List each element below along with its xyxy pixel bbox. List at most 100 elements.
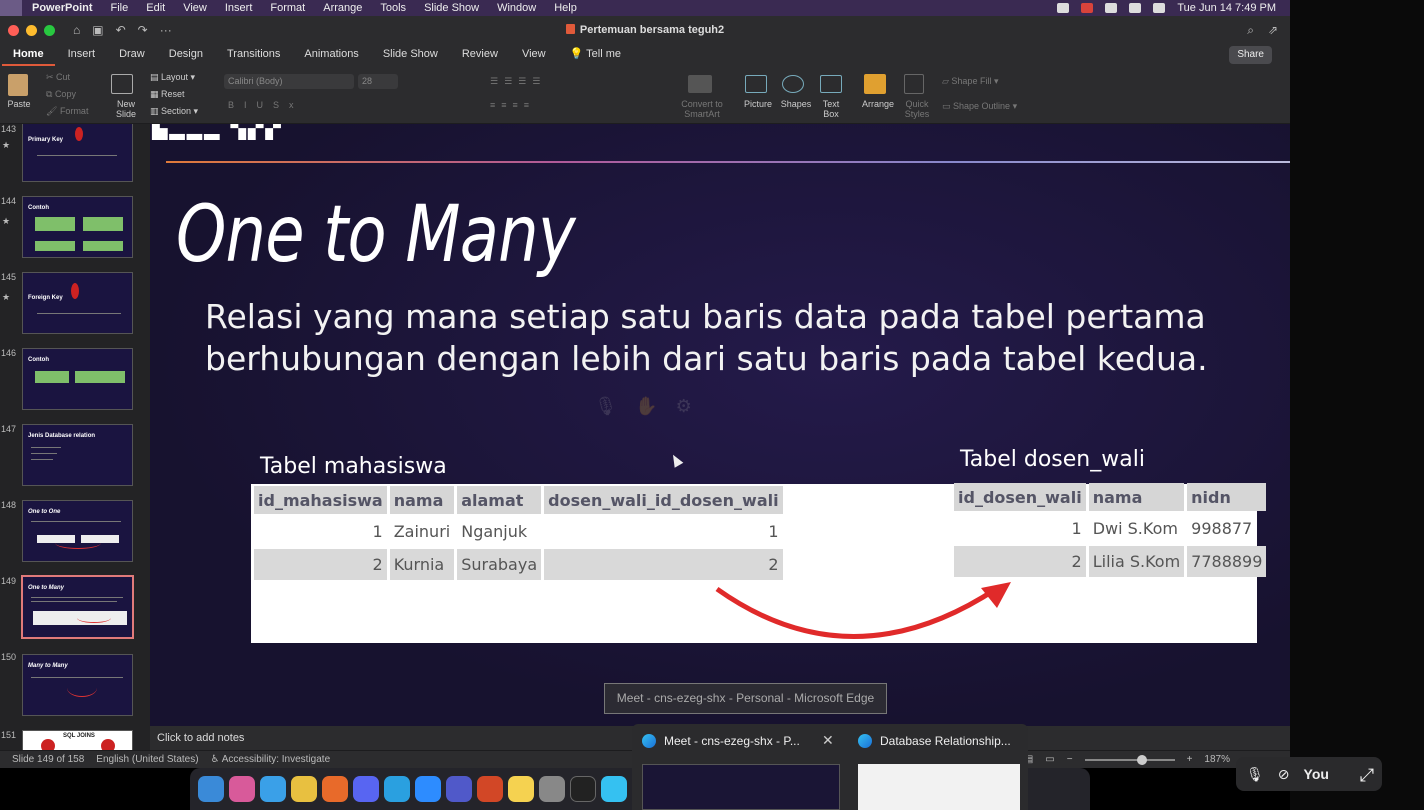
expand-icon[interactable]: ⤢ [1352,760,1382,790]
slide-thumbnail[interactable]: Primary Key [22,124,133,182]
undo-icon[interactable]: ↶ [116,23,126,37]
notes-icon[interactable] [508,776,534,802]
menu-tools[interactable]: Tools [380,2,406,14]
list-buttons[interactable]: ☰☰☰☰ [490,76,546,87]
presenter-view-icon[interactable]: ▭ [1045,754,1054,765]
tell-me[interactable]: 💡 Tell me [559,44,632,66]
notification-icon[interactable] [1081,3,1094,13]
tab-insert[interactable]: Insert [57,44,107,66]
redo-icon[interactable]: ↷ [138,23,148,37]
slide-editing-area[interactable]: ▙▂▂▂ ▚▞▞ One to Many Relasi yang mana se… [150,124,1290,726]
menu-window[interactable]: Window [497,2,536,14]
search-icon[interactable]: ⌕ [1247,23,1254,38]
slide-thumbnail[interactable]: Foreign Key [22,272,133,334]
control-center-icon[interactable] [1153,3,1166,13]
menu-file[interactable]: File [111,2,129,14]
mic-off-icon[interactable]: 🎙 [594,396,617,417]
menu-slide-show[interactable]: Slide Show [424,2,479,14]
zoom-app-icon[interactable] [1057,3,1070,13]
save-icon[interactable]: ▣ [92,23,103,37]
floating-meeting-controls[interactable]: 🎙 ✋ ⚙ [578,386,708,426]
zoom-out-button[interactable]: − [1067,754,1073,765]
window-preview-meet[interactable]: Meet - cns-ezeg-shx - P... ✕ [632,724,844,810]
zoom-level[interactable]: 187% [1204,754,1230,765]
zoom-slider-knob[interactable] [1136,754,1147,765]
tab-home[interactable]: Home [2,44,55,66]
apple-menu-icon[interactable] [0,0,22,16]
powerpoint-icon[interactable] [477,776,503,802]
safari-icon[interactable] [260,776,286,802]
menu-help[interactable]: Help [554,2,577,14]
zoom-slider[interactable] [1084,754,1175,765]
maximize-window-button[interactable] [44,24,55,36]
more-icon[interactable]: ··· [160,23,172,37]
chrome-icon[interactable] [291,776,317,802]
menu-format[interactable]: Format [270,2,305,14]
menu-view[interactable]: View [183,2,207,14]
firefox-icon[interactable] [322,776,348,802]
slide[interactable]: ▙▂▂▂ ▚▞▞ One to Many Relasi yang mana se… [150,124,1290,726]
slide-thumbnail-selected[interactable]: One to Many [21,575,134,639]
text-box-icon[interactable] [820,75,842,93]
slide-thumbnail[interactable]: Contoh [22,348,133,410]
layout-button[interactable]: ▤ Layout ▾ [150,72,195,83]
settings-icon[interactable]: ⚙ [676,396,692,417]
shape-fill-button[interactable]: ▱ Shape Fill ▾ [942,76,998,87]
close-window-button[interactable] [8,24,19,36]
discord-icon[interactable] [353,776,379,802]
slide-thumbnail-panel[interactable]: 143 ★ Primary Key 144 ★ Contoh 145 ★ For… [0,124,150,750]
window-preview-database[interactable]: Database Relationship... [850,724,1028,810]
slide-title[interactable]: One to Many [176,190,576,280]
table-label-mahasiswa[interactable]: Tabel mahasiswa [260,454,447,479]
format-painter-button[interactable]: 🖌 Format [46,106,88,117]
tab-animations[interactable]: Animations [293,44,369,66]
telegram-icon[interactable] [384,776,410,802]
tab-view[interactable]: View [511,44,557,66]
slide-thumbnail[interactable]: Jenis Database relation [22,424,133,486]
tab-review[interactable]: Review [451,44,509,66]
tab-transitions[interactable]: Transitions [216,44,291,66]
shapes-icon[interactable] [782,75,804,93]
teams-icon[interactable] [446,776,472,802]
tables-panel[interactable]: id_mahasiswa nama alamat dosen_wali_id_d… [251,483,1267,643]
finder-icon[interactable] [198,776,224,802]
menu-insert[interactable]: Insert [225,2,253,14]
copy-button[interactable]: ⧉ Copy [46,89,76,100]
zoom-icon[interactable] [415,776,441,802]
font-size-select[interactable]: 28 [358,74,398,89]
menu-arrange[interactable]: Arrange [323,2,362,14]
zoom-in-button[interactable]: + [1187,754,1193,765]
home-icon[interactable]: ⌂ [73,23,80,37]
font-name-select[interactable]: Calibri (Body) [224,74,354,89]
picture-icon[interactable] [745,75,767,93]
minimize-window-button[interactable] [26,24,37,36]
arrange-icon[interactable] [864,74,886,94]
close-preview-button[interactable]: ✕ [822,732,834,749]
slide-thumbnail[interactable]: Many to Many [22,654,133,716]
font-format-buttons[interactable]: BIUSx [228,100,304,110]
share-button[interactable]: Share [1229,46,1272,64]
shape-outline-button[interactable]: ▭ Shape Outline ▾ [942,101,1017,112]
menu-clock[interactable]: Tue Jun 14 7:49 PM [1177,2,1276,14]
accessibility-button[interactable]: ♿ Accessibility: Investigate [211,754,331,765]
slide-body-text[interactable]: Relasi yang mana setiap satu baris data … [205,296,1255,380]
battery-icon[interactable] [1129,3,1142,13]
slide-thumbnail[interactable]: One to One [22,500,133,562]
system-preferences-icon[interactable] [539,776,565,802]
reset-button[interactable]: ▦ Reset [150,89,185,100]
slide-thumbnail[interactable]: Contoh [22,196,133,258]
tab-slide-show[interactable]: Slide Show [372,44,449,66]
hand-icon[interactable]: ✋ [635,396,657,417]
new-slide-icon[interactable] [111,74,133,94]
language-indicator[interactable]: English (United States) [96,754,198,765]
table-label-dosen-wali[interactable]: Tabel dosen_wali [960,447,1145,472]
wifi-icon[interactable] [1105,3,1118,13]
app-menu[interactable]: PowerPoint [32,2,93,14]
launchpad-icon[interactable] [229,776,255,802]
cut-button[interactable]: ✂ Cut [46,72,70,83]
align-buttons[interactable]: ≡≡≡≡ [490,100,535,110]
menu-edit[interactable]: Edit [146,2,165,14]
smartart-icon[interactable] [688,75,712,93]
slide-thumbnail[interactable]: SQL JOINS [22,730,133,750]
quick-styles-icon[interactable] [904,74,924,94]
